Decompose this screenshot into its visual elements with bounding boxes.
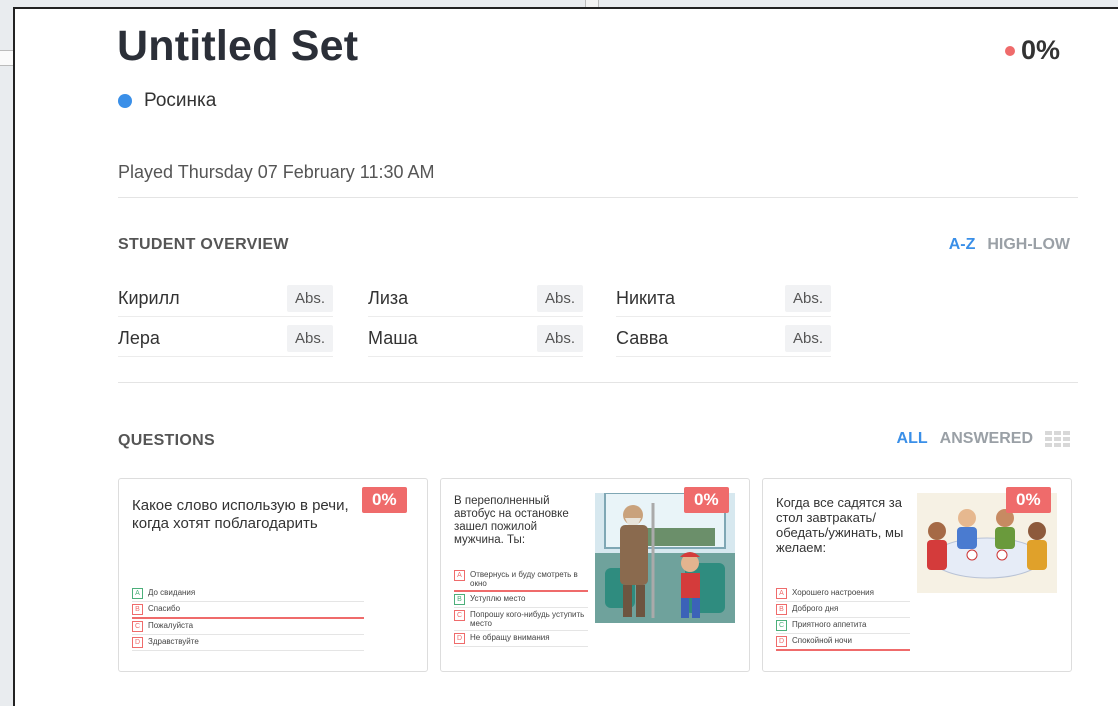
student-row[interactable]: Никита Abs. [616,281,831,317]
sort-az-link[interactable]: A-Z [949,236,976,254]
question-score-badge: 0% [1006,487,1051,513]
answer-letter: B [132,604,143,615]
answer-letter: B [776,604,787,615]
grid-view-icon[interactable] [1045,431,1070,447]
question-text: Когда все садятся за стол завтракать/обе… [776,495,904,555]
answer-letter: C [454,610,465,621]
questions-heading: QUESTIONS [118,432,215,449]
student-row[interactable]: Маша Abs. [368,321,583,357]
student-name: Савва [616,328,669,348]
answer-letter: B [454,594,465,605]
answer-option: A Отвернусь и буду смотреть в окно [454,568,588,592]
student-row[interactable]: Кирилл Abs. [118,281,333,317]
played-date: Played Thursday 07 February 11:30 AM [118,162,435,182]
answer-letter: A [132,588,143,599]
answer-list: A До свидания B Спасибо C Пожалуйста D З… [132,586,364,651]
answer-option: B Спасибо [132,602,364,619]
student-status-badge: Abs. [536,285,583,312]
answer-option: C Приятного аппетита [776,618,910,634]
answer-text: Не обращу внимания [470,633,550,642]
answer-letter: A [776,588,787,599]
answer-text: Уступлю место [470,594,526,603]
answer-option: D Не обращу внимания [454,631,588,647]
answer-option: B Уступлю место [454,592,588,608]
student-status-badge: Abs. [286,325,333,352]
report-panel: Untitled Set 0% Росинка Played Thursday … [13,7,1118,706]
question-text: В переполненный автобус на остановке заш… [454,495,569,546]
class-label: Росинка [118,90,216,112]
answer-option: B Доброго дня [776,602,910,618]
answer-option: D Здравствуйте [132,635,364,651]
set-title: Untitled Set [117,22,359,70]
answer-text: Доброго дня [792,604,839,613]
question-score-badge: 0% [684,487,729,513]
answer-list: A Хорошего настроения B Доброго дня C Пр… [776,586,910,651]
answer-list: A Отвернусь и буду смотреть в окно B Уст… [454,568,588,647]
divider [118,197,1078,198]
student-row[interactable]: Лиза Abs. [368,281,583,317]
student-status-badge: Abs. [536,325,583,352]
answer-text: Отвернусь и буду смотреть в окно [470,570,578,588]
answer-text: До свидания [148,588,196,597]
score-dot-icon [1004,45,1015,56]
question-card[interactable]: Какое слово использую в речи, когда хотя… [118,478,428,672]
class-color-dot-icon [118,94,132,108]
student-status-badge: Abs. [784,325,831,352]
answer-text: Попрошу кого-нибудь уступить место [470,610,585,628]
answer-option: A Хорошего настроения [776,586,910,602]
question-text: Какое слово использую в речи, когда хотя… [132,497,349,532]
answer-text: Спасибо [148,604,181,613]
background-window-fragment [0,50,14,66]
student-row[interactable]: Лера Abs. [118,321,333,357]
answer-text: Пожалуйста [148,621,194,630]
answer-text: Здравствуйте [148,637,199,646]
student-name: Маша [368,328,418,348]
answer-letter: A [454,570,465,581]
answer-text: Хорошего настроения [792,588,874,597]
question-score-badge: 0% [362,487,407,513]
question-filter-options: ALL ANSWERED [897,430,1070,448]
student-overview-heading: STUDENT OVERVIEW [118,236,289,253]
answer-letter: D [776,636,787,647]
answer-text: Приятного аппетита [792,620,867,629]
divider [118,382,1078,383]
student-status-badge: Abs. [784,285,831,312]
student-sort-options: A-Z HIGH-LOW [949,236,1070,254]
background-window-edge [0,0,14,706]
answer-option: D Спокойной ночи [776,634,910,651]
answer-letter: C [776,620,787,631]
question-card[interactable]: Когда все садятся за стол завтракать/обе… [762,478,1072,672]
student-name: Лера [118,328,160,348]
answer-text: Спокойной ночи [792,636,852,645]
question-card[interactable]: В переполненный автобус на остановке заш… [440,478,750,672]
set-score: 0% [1004,35,1060,66]
filter-answered-link[interactable]: ANSWERED [940,430,1033,448]
class-name: Росинка [144,90,217,111]
answer-option: A До свидания [132,586,364,602]
answer-letter: C [132,621,143,632]
filter-all-link[interactable]: ALL [897,430,928,448]
answer-letter: D [132,637,143,648]
answer-option: C Пожалуйста [132,619,364,635]
answer-option: C Попрошу кого-нибудь уступить место [454,608,588,631]
set-score-value: 0% [1020,35,1060,65]
student-status-badge: Abs. [286,285,333,312]
sort-high-low-link[interactable]: HIGH-LOW [987,236,1070,254]
student-name: Лиза [368,288,409,308]
answer-letter: D [454,633,465,644]
student-row[interactable]: Савва Abs. [616,321,831,357]
student-name: Кирилл [118,288,180,308]
student-name: Никита [616,288,676,308]
